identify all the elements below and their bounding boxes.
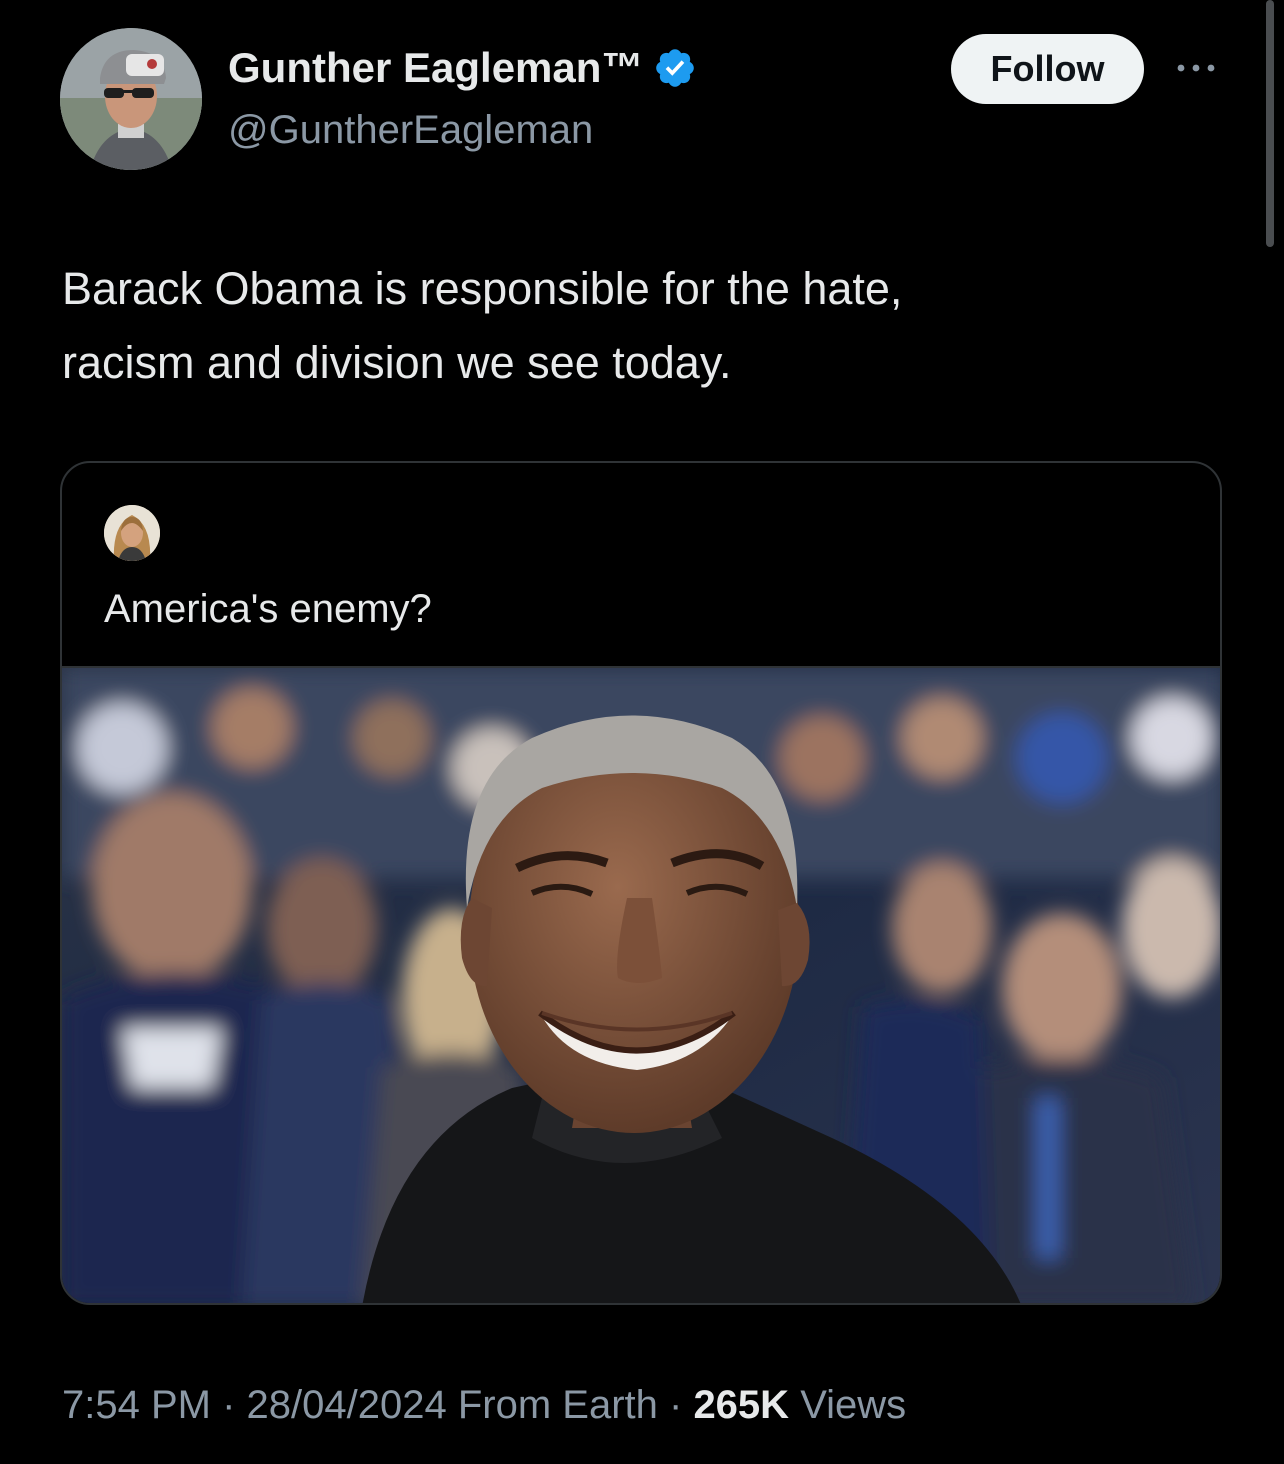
author-avatar[interactable]	[60, 28, 202, 170]
tweet-text-line-1: Barack Obama is responsible for the hate…	[62, 263, 903, 314]
author-avatar-image	[60, 28, 202, 170]
tweet-text-line-2: racism and division we see today.	[62, 337, 732, 388]
meta-separator: ·	[657, 1383, 694, 1427]
quoted-tweet-card[interactable]: America's enemy?	[60, 461, 1222, 1305]
more-dots-icon[interactable]	[1174, 58, 1218, 78]
photo-smiling-man-in-crowd	[62, 668, 1220, 1303]
author-display-name[interactable]: Gunther Eagleman™	[228, 44, 697, 92]
quoted-author-avatar-image	[104, 505, 160, 561]
meta-separator: ·	[210, 1383, 247, 1427]
tweet-date[interactable]: 28/04/2024	[247, 1383, 447, 1427]
views-label: Views	[800, 1383, 907, 1427]
follow-button[interactable]: Follow	[951, 34, 1144, 104]
quoted-author-avatar[interactable]	[104, 505, 160, 561]
scrollbar[interactable]	[1266, 0, 1274, 247]
author-handle[interactable]: @GuntherEagleman	[228, 108, 593, 153]
tweet-time[interactable]: 7:54 PM	[62, 1383, 211, 1427]
quoted-tweet-border-gap	[328, 463, 514, 465]
views-count[interactable]: 265K	[693, 1383, 789, 1427]
quoted-tweet-photo[interactable]	[62, 668, 1220, 1303]
tweet-text: Barack Obama is responsible for the hate…	[62, 252, 1212, 400]
tweet-source: From Earth	[457, 1383, 658, 1427]
quoted-tweet-text: America's enemy?	[104, 587, 432, 631]
author-display-name-text: Gunther Eagleman™	[228, 44, 644, 91]
tweet-meta: 7:54 PM · 28/04/2024 From Earth · 265K V…	[62, 1383, 906, 1428]
verified-badge-icon[interactable]	[653, 46, 697, 90]
